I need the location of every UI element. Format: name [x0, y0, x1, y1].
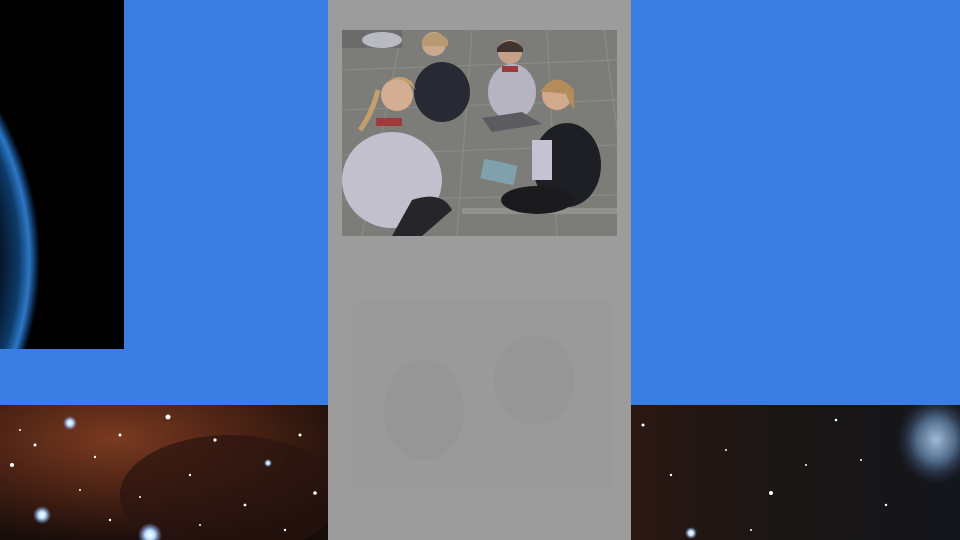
starfield-left-image	[0, 405, 328, 540]
earth-horizon-image	[0, 0, 124, 349]
group-photo	[342, 30, 617, 236]
center-panel	[328, 0, 631, 540]
group-photo-icon	[342, 30, 617, 236]
starfield-right-image	[631, 405, 960, 540]
earth-horizon-icon	[0, 0, 124, 349]
slide	[0, 0, 960, 540]
starfield-nebula-icon	[0, 405, 328, 540]
starfield-nebula-icon	[631, 405, 960, 540]
faded-image-ghost	[354, 300, 612, 490]
